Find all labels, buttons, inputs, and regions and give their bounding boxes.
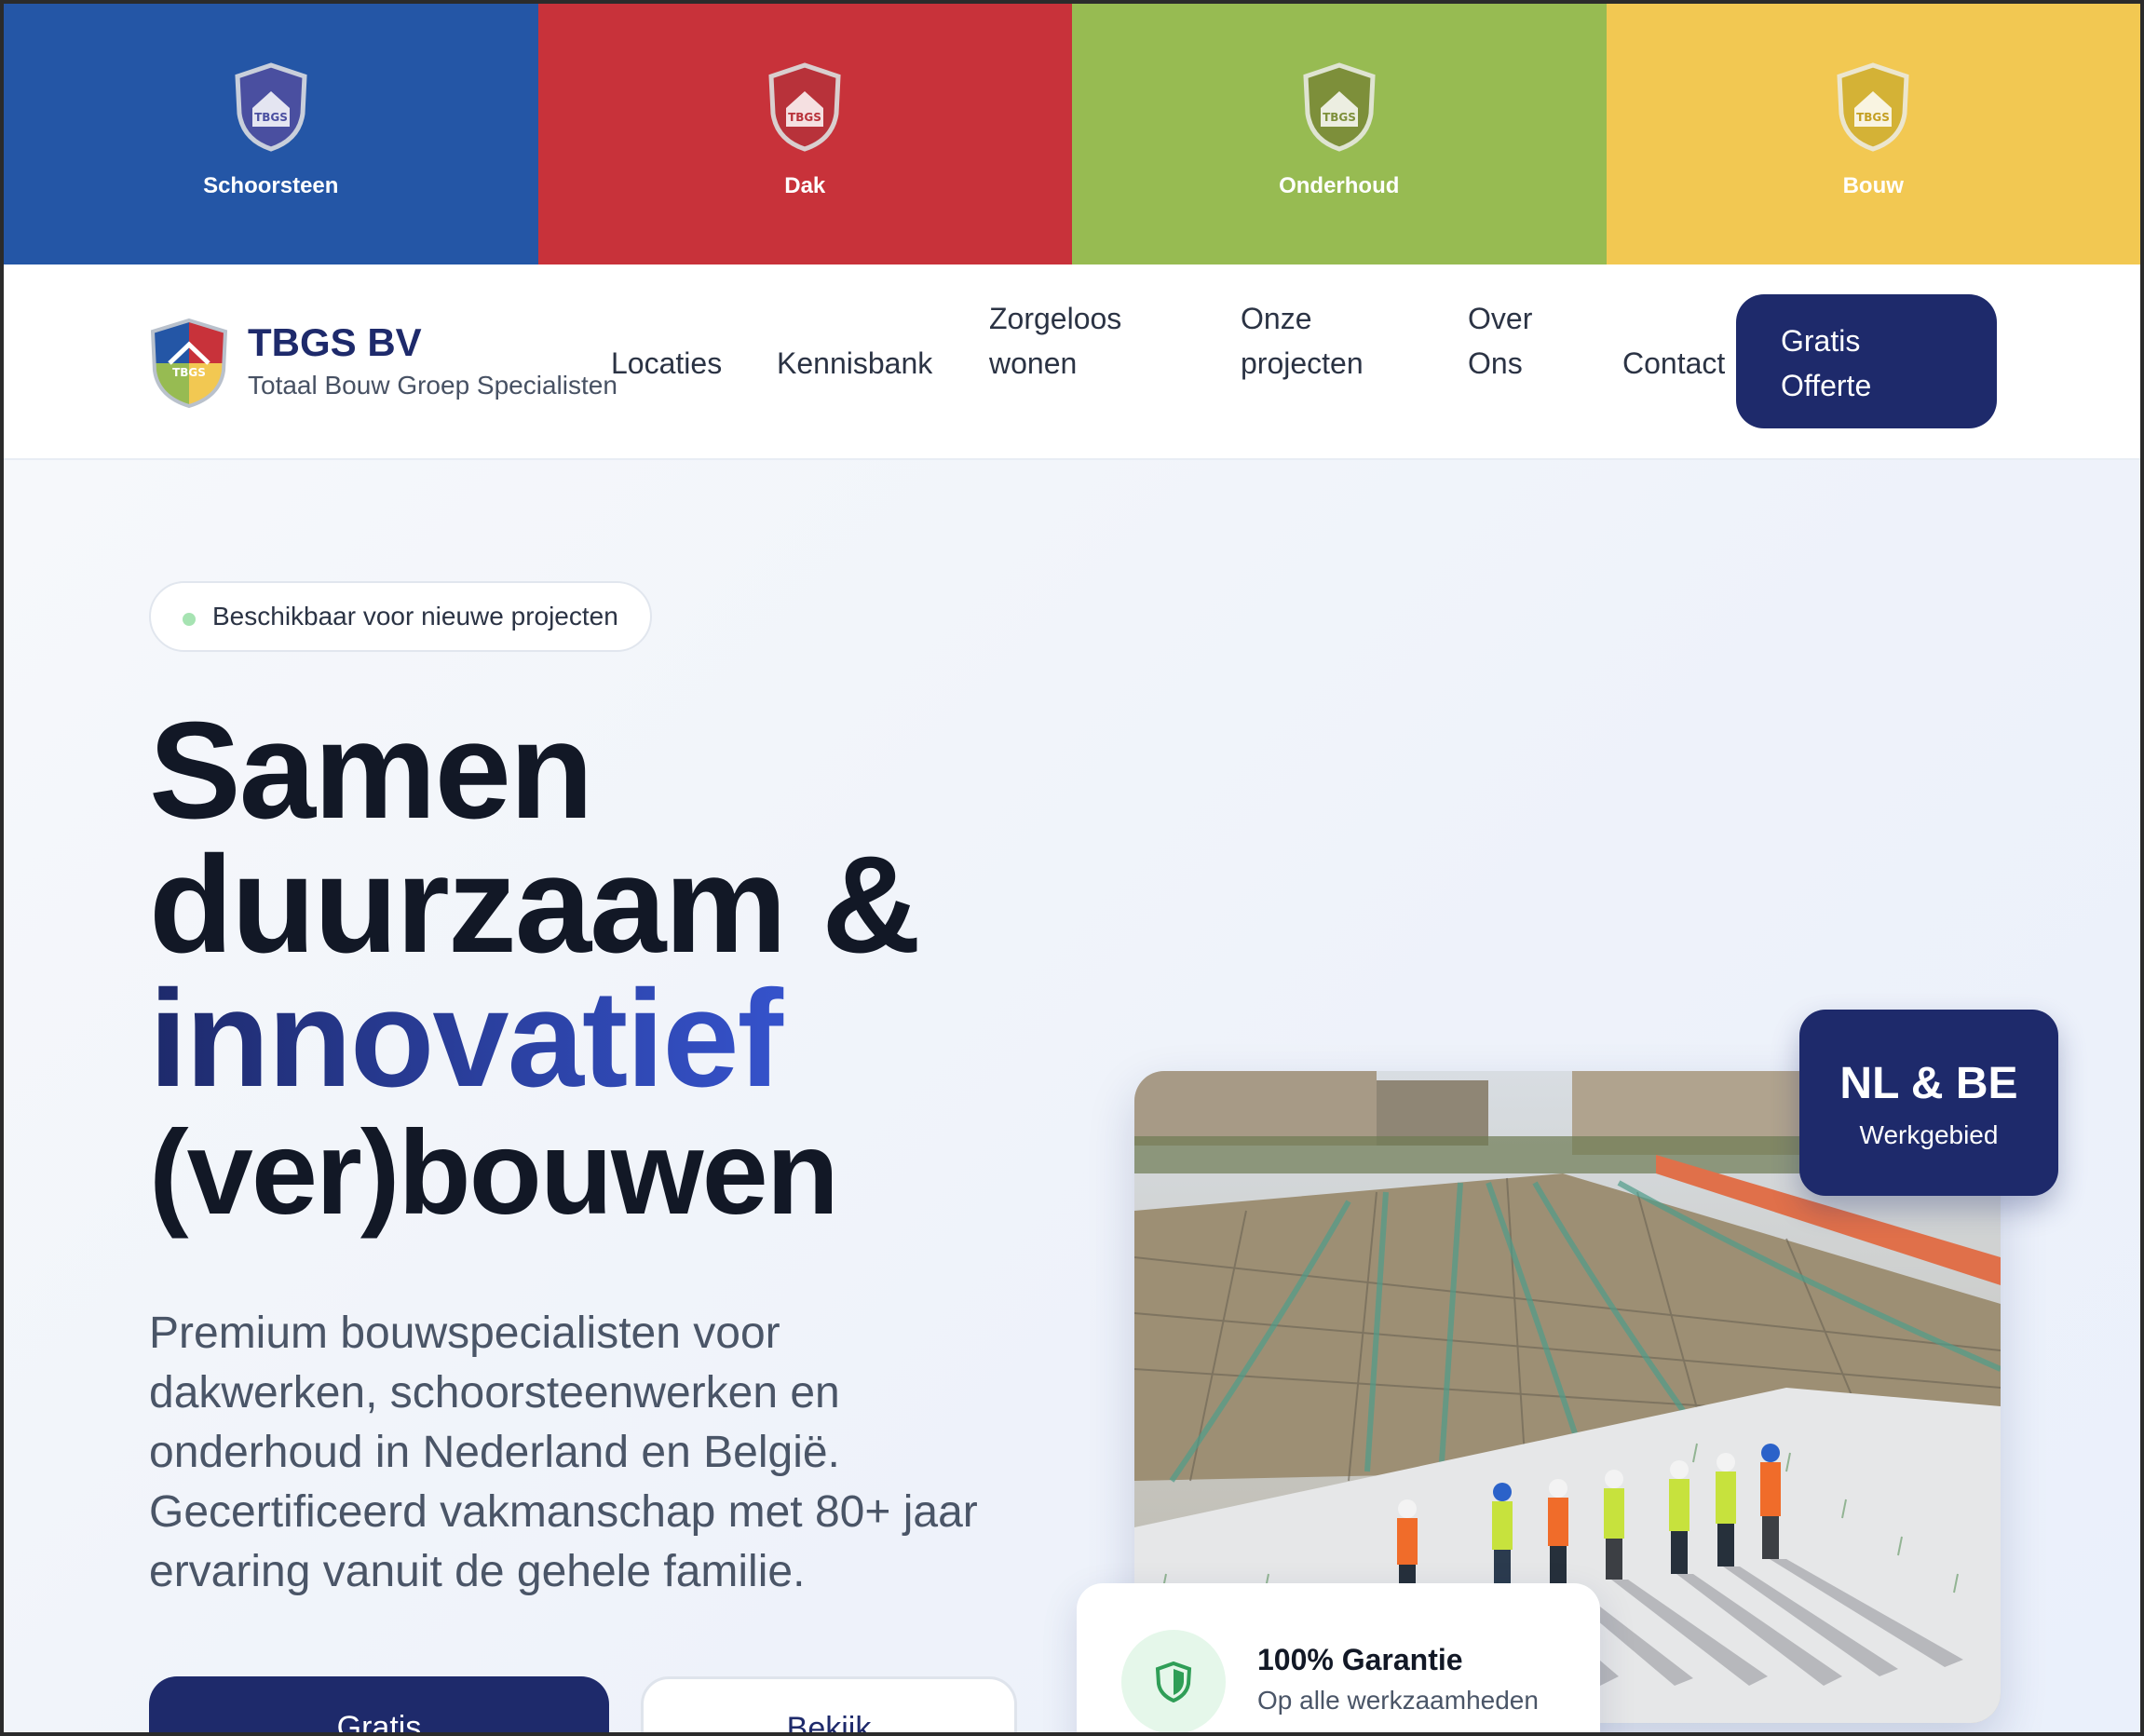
nav-label-line1: Onze — [1241, 302, 1312, 335]
service-schoorsteen[interactable]: TBGS Schoorsteen — [4, 4, 538, 264]
nav-onze-projecten[interactable]: Onze projecten — [1241, 296, 1364, 386]
service-label: Schoorsteen — [203, 173, 339, 198]
headline-line1: Samen — [149, 694, 593, 848]
hero-section: Beschikbaar voor nieuwe projecten Samen … — [4, 460, 2140, 1732]
guarantee-title: 100% Garantie — [1257, 1643, 1463, 1676]
brand-tagline: Totaal Bouw Groep Specialisten — [248, 371, 617, 400]
nav-zorgeloos-wonen[interactable]: Zorgeloos wonen — [989, 296, 1121, 386]
service-bouw[interactable]: TBGS Bouw — [1606, 4, 2140, 264]
svg-text:TBGS: TBGS — [788, 111, 821, 124]
cta-line1: Gratis — [1781, 324, 1861, 358]
nav-label-line1: Zorgeloos — [989, 302, 1122, 335]
nav-label-line2: Ons — [1468, 346, 1523, 380]
gratis-offerte-button[interactable]: Gratis Offerte — [1736, 294, 1997, 428]
region-subtitle: Werkgebied — [1859, 1120, 1999, 1149]
availability-badge: Beschikbaar voor nieuwe projecten — [149, 581, 652, 652]
nav-label: Contact — [1622, 346, 1726, 380]
service-dak[interactable]: TBGS Dak — [537, 4, 1072, 264]
guarantee-icon-badge — [1121, 1630, 1226, 1732]
shield-icon — [1155, 1661, 1192, 1702]
service-label: Dak — [784, 173, 826, 198]
logo-shield-icon[interactable]: TBGS — [147, 317, 231, 410]
service-bar: TBGS Schoorsteen TBGS Dak TBGS Onderhoud — [4, 4, 2140, 264]
service-label: Bouw — [1842, 173, 1904, 198]
hero-lead: Premium bouwspecialisten voor dakwerken,… — [149, 1309, 978, 1596]
svg-text:TBGS: TBGS — [172, 366, 206, 379]
region-card: NL & BE Werkgebied — [1799, 1010, 2058, 1196]
nav-label-line2: wonen — [989, 346, 1078, 380]
nav-label-line1: Over — [1468, 302, 1533, 335]
region-title: NL & BE — [1839, 1059, 2018, 1108]
status-dot-icon — [183, 613, 196, 626]
site-header: TBGS TBGS BV Totaal Bouw Groep Specialis… — [4, 264, 2140, 460]
nav-over-ons[interactable]: Over Ons — [1468, 296, 1532, 386]
browser-viewport: TBGS Schoorsteen TBGS Dak TBGS Onderhoud — [4, 4, 2140, 1732]
headline-line2: duurzaam & — [149, 828, 921, 982]
shield-house-icon: TBGS — [1837, 62, 1909, 152]
guarantee-card: 100% Garantie Op alle werkzaamheden — [1077, 1583, 1600, 1732]
nav-label: Locaties — [611, 346, 723, 380]
nav-locaties[interactable]: Locaties — [611, 341, 722, 386]
nav-label-line2: projecten — [1241, 346, 1364, 380]
shield-house-icon: TBGS — [768, 62, 841, 152]
service-label: Onderhoud — [1279, 173, 1400, 198]
svg-text:TBGS: TBGS — [1856, 111, 1890, 124]
cta-line2: Offerte — [1781, 369, 1872, 402]
shield-house-icon: TBGS — [1303, 62, 1376, 152]
hero-headline: Samen duurzaam & innovatief (ver)bouwen — [149, 694, 921, 1241]
nav-label: Kennisbank — [777, 346, 933, 380]
service-onderhoud[interactable]: TBGS Onderhoud — [1072, 4, 1607, 264]
shield-house-icon: TBGS — [235, 62, 307, 152]
nav-kennisbank[interactable]: Kennisbank — [777, 341, 932, 386]
nav-contact[interactable]: Contact — [1622, 341, 1725, 386]
brand-name[interactable]: TBGS BV — [248, 320, 422, 365]
guarantee-subtitle: Op alle werkzaamheden — [1257, 1686, 1539, 1715]
svg-text:TBGS: TBGS — [1323, 111, 1356, 124]
headline-line4: (ver)bouwen — [149, 1106, 839, 1240]
badge-text: Beschikbaar voor nieuwe projecten — [212, 602, 618, 631]
headline-accent: innovatief — [149, 970, 919, 1108]
svg-text:TBGS: TBGS — [254, 111, 288, 124]
hero-primary-button[interactable]: Gratis — [149, 1676, 609, 1732]
hero-secondary-button[interactable]: Bekijk — [641, 1676, 1017, 1732]
